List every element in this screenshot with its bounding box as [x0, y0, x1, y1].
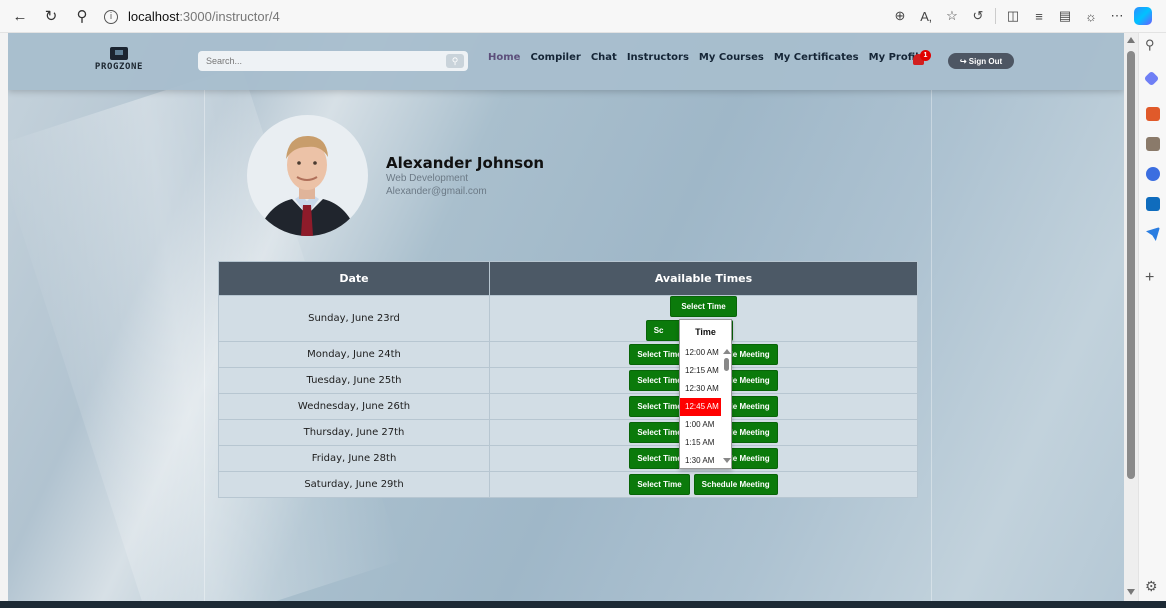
time-dropdown[interactable]: Time 12:00 AM 12:15 AM 12:30 AM 12:45 AM… [679, 319, 732, 469]
page-scroll-thumb[interactable] [1127, 51, 1135, 479]
taskbar [0, 601, 1166, 608]
table-row: Friday, June 28th Select Time Schedule Me… [218, 445, 918, 472]
instructor-email: Alexander@gmail.com [386, 186, 487, 197]
sidebar-add-icon[interactable]: + [1145, 269, 1154, 287]
read-aloud-icon[interactable]: A‚ [913, 6, 939, 26]
nav-compiler[interactable]: Compiler [530, 52, 580, 63]
search-button[interactable]: ⚲ [446, 54, 464, 68]
column-divider [204, 90, 205, 601]
scroll-down-icon[interactable] [1127, 589, 1135, 595]
browser-sidebar: ⚲ + ⚙ [1138, 33, 1166, 601]
date-cell: Wednesday, June 26th [218, 393, 490, 420]
nav-my-courses[interactable]: My Courses [699, 52, 764, 63]
notification-badge: 1 [920, 50, 931, 61]
date-cell: Tuesday, June 25th [218, 367, 490, 394]
availability-table: Date Available Times Sunday, June 23rd S… [218, 261, 918, 498]
select-time-button[interactable]: Select Time [629, 474, 690, 495]
browser-actions: ⊕ A‚ ☆ ↺ ◫ ≡ ▤ ☼ ⋯ [887, 6, 1156, 26]
date-cell: Saturday, June 29th [218, 471, 490, 498]
search-input[interactable] [198, 51, 438, 71]
favorites-icon[interactable]: ≡ [1026, 6, 1052, 26]
more-icon[interactable]: ⋯ [1104, 6, 1130, 26]
logo-text: PROGZONE [94, 62, 144, 72]
date-cell: Friday, June 28th [218, 445, 490, 472]
time-option[interactable]: 12:15 AM [680, 362, 721, 380]
refresh-icon[interactable]: ↻ [40, 5, 62, 27]
site-info-icon[interactable]: i [104, 9, 118, 24]
nav-my-certificates[interactable]: My Certificates [774, 52, 859, 63]
back-icon[interactable]: ← [9, 5, 31, 27]
avatar [247, 115, 368, 236]
schedule-meeting-label-visible-start: Sc [653, 326, 664, 335]
sign-out-label: Sign Out [968, 56, 1003, 66]
time-option[interactable]: 12:30 AM [680, 380, 721, 398]
table-row: Monday, June 24th Select Time Schedule Me… [218, 341, 918, 368]
time-option[interactable]: 1:15 AM [680, 434, 721, 452]
instructor-specialty: Web Development [386, 173, 469, 184]
page-scrollbar[interactable] [1124, 33, 1138, 601]
column-header-date: Date [218, 261, 490, 296]
url-path: :3000/instructor/4 [179, 9, 280, 24]
sidebar-tag-icon[interactable] [1143, 70, 1160, 87]
instructor-name: Alexander Johnson [386, 154, 545, 172]
table-row: Saturday, June 29th Select Time Schedule … [218, 471, 918, 498]
collections-icon[interactable]: ▤ [1052, 6, 1078, 26]
notification-bell-icon[interactable]: 1 [912, 50, 931, 67]
table-row: Tuesday, June 25th Select Time Schedule M… [218, 367, 918, 394]
search-bar: ⚲ [198, 51, 468, 71]
nav-chat[interactable]: Chat [591, 52, 617, 63]
performance-icon[interactable]: ☼ [1078, 6, 1104, 26]
column-divider [931, 90, 932, 601]
sign-out-button[interactable]: ↪ Sign Out [948, 53, 1014, 69]
times-cell: Select Time Schedule Meeting [489, 471, 918, 498]
date-cell: Thursday, June 27th [218, 419, 490, 446]
address-bar[interactable]: i localhost:3000/instructor/4 [104, 5, 904, 28]
copilot-icon[interactable] [1130, 6, 1156, 26]
sidebar-settings-icon[interactable]: ⚙ [1145, 578, 1158, 595]
sidebar-search-icon[interactable]: ⚲ [1145, 37, 1155, 53]
split-screen-icon[interactable]: ◫ [1000, 6, 1026, 26]
page-viewport: PROGZONE ⚲ Home Compiler Chat Instructor… [8, 33, 1124, 601]
scroll-up-icon[interactable] [1127, 37, 1135, 43]
nav-instructors[interactable]: Instructors [627, 52, 689, 63]
time-option[interactable]: 1:30 AM [680, 452, 721, 470]
sidebar-shopping-icon[interactable] [1146, 107, 1160, 121]
site-navbar: PROGZONE ⚲ Home Compiler Chat Instructor… [8, 33, 1124, 90]
date-cell: Sunday, June 23rd [218, 295, 490, 342]
table-row: Wednesday, June 26th Select Time Schedule… [218, 393, 918, 420]
sign-out-icon: ↪ [959, 56, 969, 66]
scroll-down-arrow-icon[interactable] [723, 458, 731, 463]
extensions-icon[interactable]: ↺ [965, 6, 991, 26]
logo[interactable]: PROGZONE [88, 47, 150, 72]
table-row: Sunday, June 23rd Select Time Scng [218, 295, 918, 342]
time-dropdown-header: Time [695, 327, 716, 337]
table-row: Thursday, June 27th Select Time Schedule … [218, 419, 918, 446]
select-time-button[interactable]: Select Time [670, 296, 737, 317]
table-header-row: Date Available Times [218, 261, 918, 296]
favorite-star-icon[interactable]: ☆ [939, 6, 965, 26]
schedule-meeting-button[interactable]: Schedule Meeting [693, 474, 778, 495]
nav-links: Home Compiler Chat Instructors My Course… [488, 52, 935, 63]
dropdown-scroll-thumb[interactable] [724, 358, 729, 371]
search-icon[interactable]: ⚲ [71, 5, 93, 27]
sidebar-games-icon[interactable] [1146, 137, 1160, 151]
instructor-photo [247, 115, 368, 236]
toolbar-divider [995, 8, 996, 24]
sidebar-send-icon[interactable] [1146, 227, 1160, 241]
column-header-times: Available Times [489, 261, 918, 296]
sidebar-office-icon[interactable] [1146, 167, 1160, 181]
url-host: localhost [128, 9, 180, 24]
nav-home[interactable]: Home [488, 52, 520, 63]
dropdown-scrollbar[interactable] [721, 344, 732, 469]
time-option[interactable]: 12:00 AM [680, 344, 721, 362]
sidebar-outlook-icon[interactable] [1146, 197, 1160, 211]
scroll-up-arrow-icon[interactable] [723, 349, 731, 354]
time-option[interactable]: 1:00 AM [680, 416, 721, 434]
zoom-icon[interactable]: ⊕ [887, 6, 913, 26]
browser-toolbar: ← ↻ ⚲ i localhost:3000/instructor/4 ⊕ A‚… [0, 0, 1166, 33]
time-option-selected[interactable]: 12:45 AM [680, 398, 721, 416]
date-cell: Monday, June 24th [218, 341, 490, 368]
laptop-icon [110, 47, 128, 60]
